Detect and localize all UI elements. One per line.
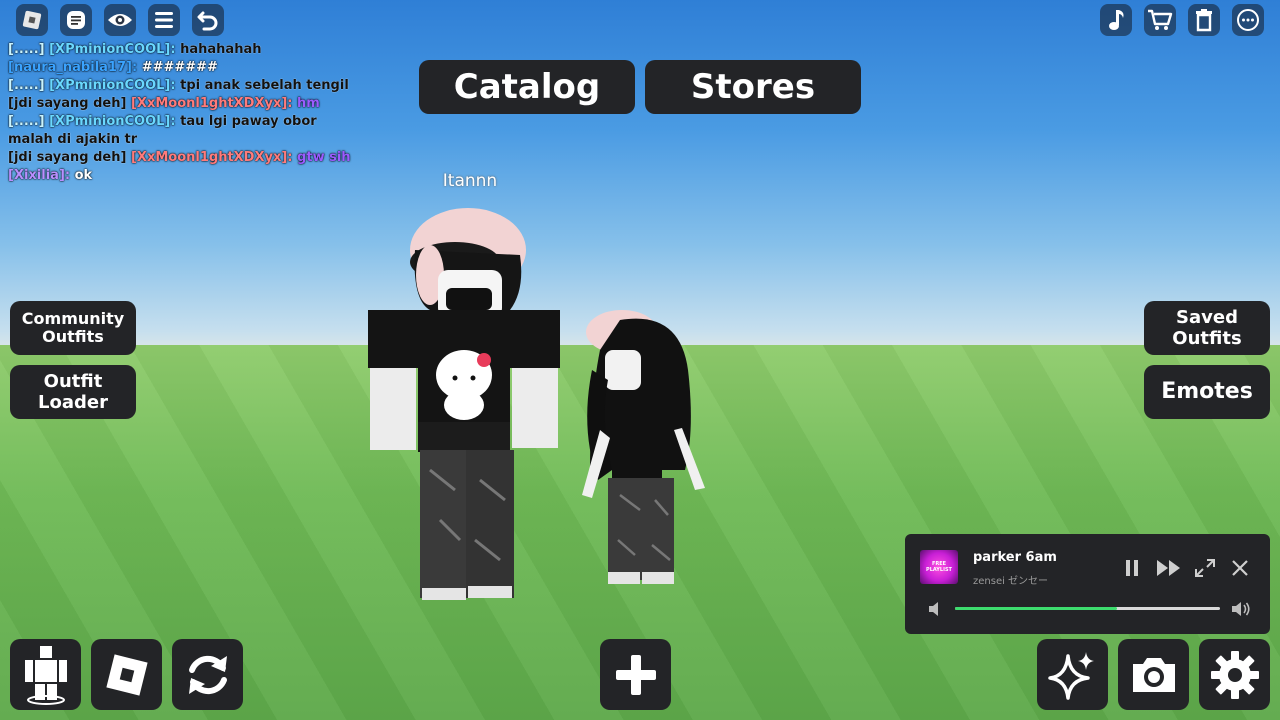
outfit-loader-label: Outfit [43,371,103,392]
gear-icon [1210,650,1259,699]
progress-track[interactable] [955,607,1220,610]
saved-outfits-button[interactable]: Saved Outfits [1144,301,1270,355]
camera-icon [1132,657,1175,692]
roblox-logo-icon [105,653,148,696]
delete-button[interactable] [1188,4,1220,36]
saved-outfits-label: Saved [1176,307,1238,328]
trash-icon [1196,9,1212,32]
menu-button[interactable] [148,4,180,36]
avatar-editor-button[interactable] [10,639,81,710]
volume-down-icon[interactable] [927,601,943,621]
chat-log: [.....] [XPminionCOOL]: hahahahah [naura… [8,41,358,185]
chat-icon [67,11,85,29]
player-avatar[interactable] [360,200,570,610]
chat-message: [naura_nabila17]: ####### [8,60,218,75]
add-button[interactable] [600,639,671,710]
more-button[interactable] [1232,4,1264,36]
sparkles-icon [1047,651,1094,700]
chat-message: [Xixilia]: ok [8,168,93,183]
chat-button[interactable] [60,4,92,36]
catalog-tab[interactable]: Catalog [419,60,635,114]
stores-tab[interactable]: Stores [645,60,861,114]
progress-fill [955,607,1117,610]
outfit-loader-label-2: Loader [38,392,108,413]
cart-button[interactable] [1144,4,1176,36]
undo-icon [197,11,218,31]
cart-icon [1148,9,1173,30]
volume-up-icon[interactable] [1230,600,1252,622]
camera-button[interactable] [1118,639,1189,710]
music-button[interactable] [1100,4,1132,36]
emotes-button[interactable]: Emotes [1144,365,1270,419]
chat-message: [jdi sayang deh] [XxMoonl1ghtXDXyx]: hm [8,96,320,111]
companion-avatar[interactable] [570,310,715,595]
chat-message: [.....] [XPminionCOOL]: tpi anak sebelah… [8,78,349,93]
player-name-tag: Itannn [442,171,498,191]
close-icon [1232,560,1248,576]
effects-button[interactable] [1037,639,1108,710]
stores-label: Stores [690,67,816,107]
track-artist: zensei ゼンセー [973,576,1049,587]
eye-icon [108,14,132,26]
settings-button[interactable] [1199,639,1270,710]
roblox-button[interactable] [91,639,162,710]
music-player: FREE PLAYLIST parker 6am zensei ゼンセー [905,534,1270,634]
fast-forward-icon [1157,560,1180,576]
more-icon [1237,9,1259,31]
pause-button[interactable] [1123,558,1141,582]
refresh-button[interactable] [172,639,243,710]
chat-message: [jdi sayang deh] [XxMoonl1ghtXDXyx]: gtw… [8,150,351,165]
outfit-loader-button[interactable]: Outfit Loader [10,365,136,419]
close-button[interactable] [1231,559,1249,581]
catalog-label: Catalog [453,67,601,107]
community-outfits-button[interactable]: Community Outfits [10,301,136,355]
pause-icon [1126,560,1138,576]
community-outfits-label: Community [21,309,125,328]
visibility-button[interactable] [104,4,136,36]
album-cover-text: FREE PLAYLIST [926,561,952,573]
saved-outfits-label-2: Outfits [1172,328,1242,349]
emotes-label: Emotes [1161,379,1253,404]
roblox-menu-button[interactable] [16,4,48,36]
track-title: parker 6am [973,550,1057,565]
community-outfits-label-2: Outfits [42,327,104,346]
album-cover: FREE PLAYLIST [920,550,958,584]
roblox-menu-icon [22,10,42,30]
plus-icon [615,654,656,695]
chat-message: [.....] [XPminionCOOL]: tau lgi paway ob… [8,114,317,147]
refresh-icon [188,655,227,694]
expand-icon [1195,559,1215,577]
skip-button[interactable] [1155,558,1183,582]
avatar-body-icon [24,645,67,705]
chat-message: [.....] [XPminionCOOL]: hahahahah [8,42,262,57]
music-note-icon [1109,10,1124,30]
expand-button[interactable] [1194,558,1216,582]
list-icon [155,12,173,28]
undo-button[interactable] [192,4,224,36]
